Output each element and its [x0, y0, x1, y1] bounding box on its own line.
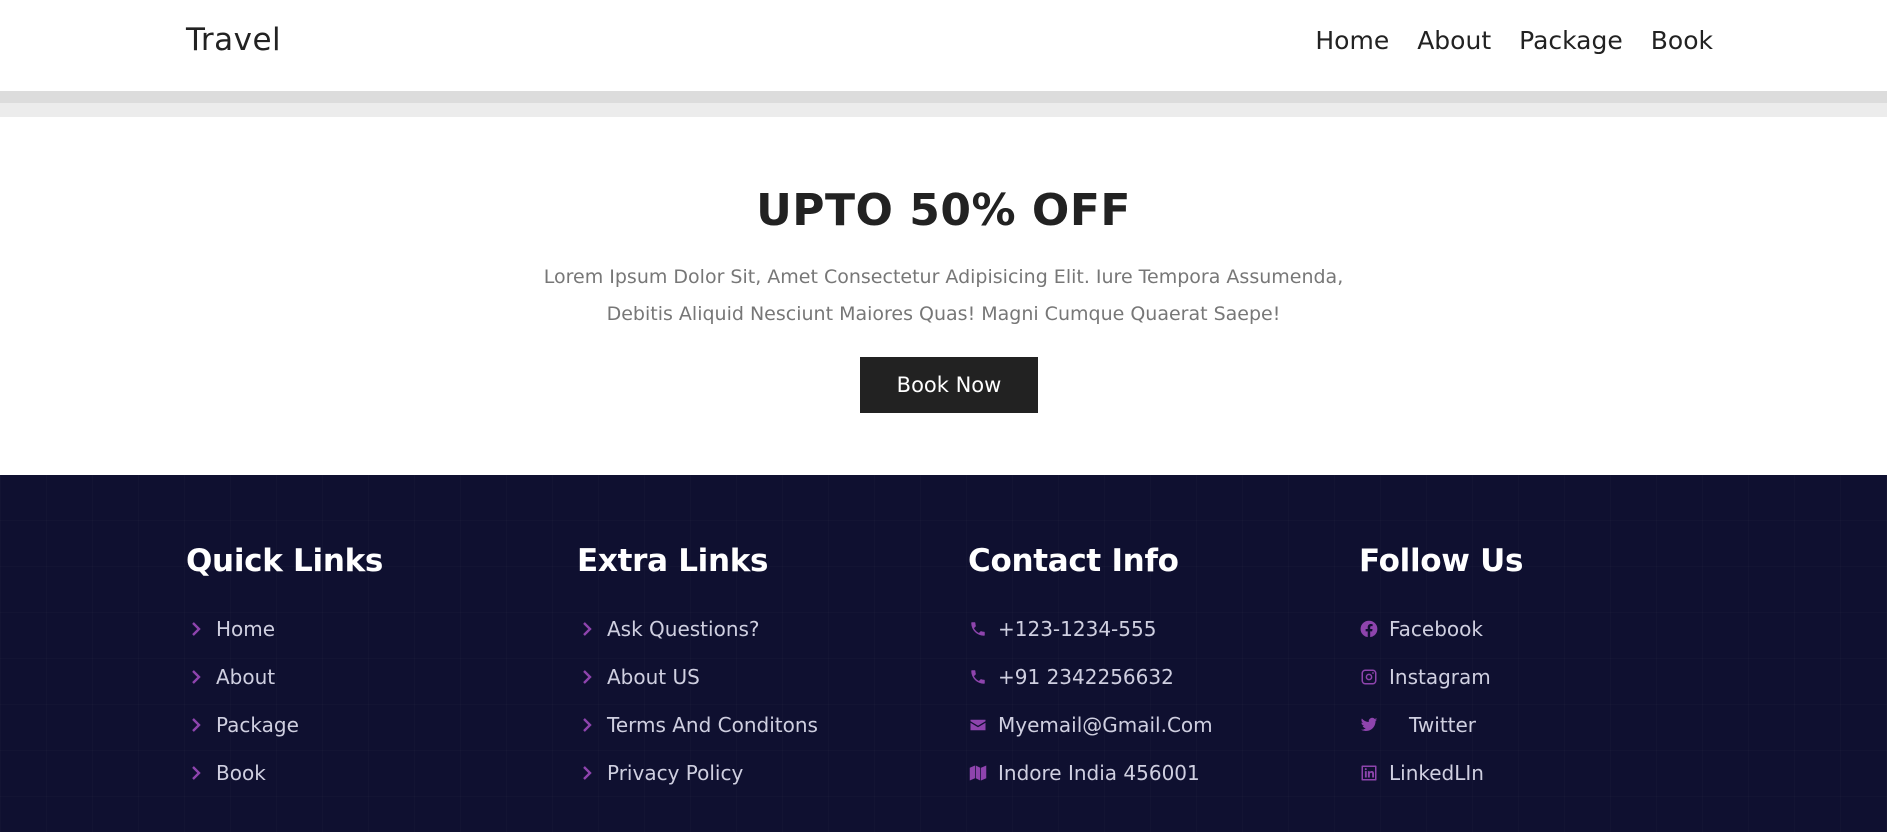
quick-link-home[interactable]: Home	[186, 605, 546, 653]
nav-book[interactable]: Book	[1651, 26, 1713, 55]
extra-link-about-us[interactable]: About US	[577, 653, 937, 701]
social-twitter[interactable]: Twitter	[1359, 701, 1719, 749]
chevron-right-icon	[186, 667, 206, 687]
contact-phone-2[interactable]: +91 2342256632	[968, 653, 1328, 701]
main-nav: Home About Package Book	[1315, 26, 1713, 55]
contact-label: Myemail@Gmail.Com	[998, 713, 1213, 737]
quick-link-label: Package	[216, 713, 299, 737]
extra-link-label: Terms And Conditons	[607, 713, 818, 737]
contact-label: +91 2342256632	[998, 665, 1174, 689]
quick-link-book[interactable]: Book	[186, 749, 546, 797]
contact-address[interactable]: Indore India 456001	[968, 749, 1328, 797]
site-header: Travel Home About Package Book	[0, 0, 1887, 91]
contact-info-column: Contact Info +123-1234-555 +91 234225663…	[968, 543, 1328, 797]
chevron-right-icon	[186, 763, 206, 783]
quick-link-label: Book	[216, 761, 266, 785]
social-label: LinkedLIn	[1389, 761, 1484, 785]
follow-us-column: Follow Us Facebook Instagram Twitter Lin…	[1359, 543, 1719, 797]
contact-email[interactable]: Myemail@Gmail.Com	[968, 701, 1328, 749]
extra-link-label: Ask Questions?	[607, 617, 760, 641]
extra-link-label: About US	[607, 665, 700, 689]
contact-label: Indore India 456001	[998, 761, 1200, 785]
social-label: Instagram	[1389, 665, 1491, 689]
chevron-right-icon	[577, 667, 597, 687]
phone-icon	[968, 619, 988, 639]
follow-us-title: Follow Us	[1359, 543, 1524, 579]
site-footer: Quick Links Home About Package Book Extr…	[0, 475, 1887, 832]
quick-link-package[interactable]: Package	[186, 701, 546, 749]
facebook-icon	[1359, 619, 1379, 639]
phone-icon	[968, 667, 988, 687]
social-label: Twitter	[1409, 713, 1477, 737]
header-divider	[0, 91, 1887, 103]
offer-title: UPTO 50% OFF	[756, 185, 1131, 236]
envelope-icon	[968, 715, 988, 735]
quick-link-about[interactable]: About	[186, 653, 546, 701]
quick-links-column: Quick Links Home About Package Book	[186, 543, 546, 797]
map-icon	[968, 763, 988, 783]
social-label: Facebook	[1389, 617, 1483, 641]
brand-logo[interactable]: Travel	[186, 22, 281, 58]
instagram-icon	[1359, 667, 1379, 687]
chevron-right-icon	[186, 619, 206, 639]
header-divider-light	[0, 103, 1887, 117]
book-now-button[interactable]: Book Now	[860, 357, 1038, 413]
offer-description: Lorem Ipsum Dolor Sit, Amet Consectetur …	[543, 266, 1344, 325]
extra-link-questions[interactable]: Ask Questions?	[577, 605, 937, 653]
contact-phone-1[interactable]: +123-1234-555	[968, 605, 1328, 653]
social-linkedin[interactable]: LinkedLIn	[1359, 749, 1719, 797]
offer-section: UPTO 50% OFF Lorem Ipsum Dolor Sit, Amet…	[0, 117, 1887, 475]
twitter-icon	[1359, 715, 1379, 735]
linkedin-icon	[1359, 763, 1379, 783]
extra-link-terms[interactable]: Terms And Conditons	[577, 701, 937, 749]
social-instagram[interactable]: Instagram	[1359, 653, 1719, 701]
social-facebook[interactable]: Facebook	[1359, 605, 1719, 653]
nav-about[interactable]: About	[1417, 26, 1491, 55]
extra-links-title: Extra Links	[577, 543, 769, 579]
contact-label: +123-1234-555	[998, 617, 1157, 641]
quick-link-label: About	[216, 665, 276, 689]
chevron-right-icon	[186, 715, 206, 735]
contact-info-title: Contact Info	[968, 543, 1179, 579]
quick-links-title: Quick Links	[186, 543, 384, 579]
extra-links-column: Extra Links Ask Questions? About US Term…	[577, 543, 937, 797]
quick-link-label: Home	[216, 617, 276, 641]
chevron-right-icon	[577, 763, 597, 783]
nav-package[interactable]: Package	[1519, 26, 1623, 55]
extra-link-privacy[interactable]: Privacy Policy	[577, 749, 937, 797]
extra-link-label: Privacy Policy	[607, 761, 744, 785]
nav-home[interactable]: Home	[1315, 26, 1389, 55]
chevron-right-icon	[577, 715, 597, 735]
chevron-right-icon	[577, 619, 597, 639]
